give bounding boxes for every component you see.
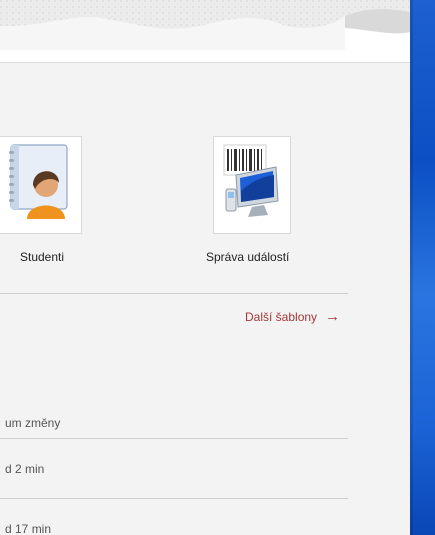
more-templates-link[interactable]: Další šablony → xyxy=(245,308,341,325)
column-header-modified[interactable]: um změny xyxy=(5,416,60,430)
event-management-icon xyxy=(223,144,279,217)
desktop-background-edge xyxy=(410,0,435,535)
recent-row-modified[interactable]: d 2 min xyxy=(5,462,44,476)
recent-row-modified[interactable]: d 17 min xyxy=(5,522,51,535)
section-divider xyxy=(0,293,348,294)
template-label-students: Studenti xyxy=(20,250,65,264)
template-tile-students[interactable] xyxy=(0,136,82,234)
template-tile-event-management[interactable] xyxy=(213,136,291,234)
student-contact-icon xyxy=(9,144,68,219)
banner-artwork xyxy=(0,0,410,50)
more-templates-label: Další šablony xyxy=(245,310,318,324)
row-divider xyxy=(0,498,348,499)
template-label-event-management: Správa událostí xyxy=(206,250,290,264)
arrow-right-icon: → xyxy=(325,308,341,325)
header-divider xyxy=(0,438,348,439)
header-banner xyxy=(0,0,410,63)
access-start-panel: Studenti Správa událostí Další šablony →… xyxy=(0,0,410,535)
